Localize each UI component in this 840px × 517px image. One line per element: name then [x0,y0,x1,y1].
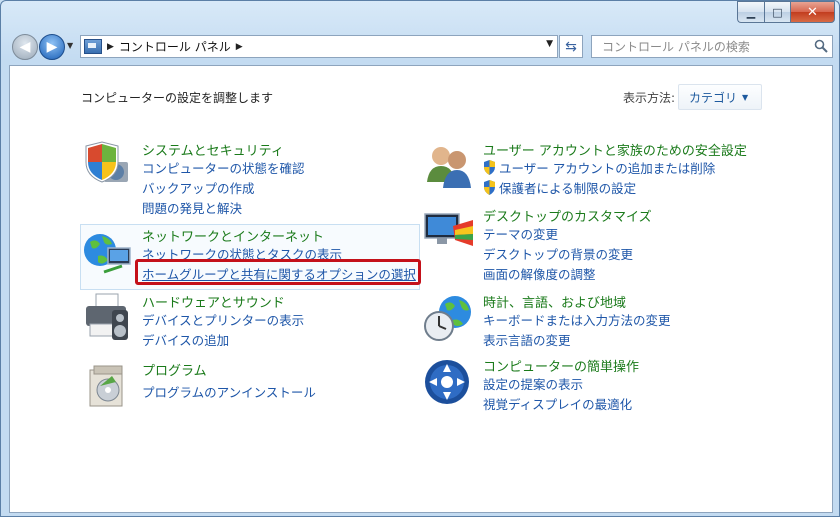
programs-icon [89,365,123,407]
category-title-hardware[interactable]: ハードウェアとサウンド [142,292,285,311]
window-controls: ▁ □ ✕ [737,1,835,23]
search-box[interactable] [591,35,833,58]
highlight-annotation-box [135,259,421,285]
category-title-network[interactable]: ネットワークとインターネット [142,226,324,245]
link-add-remove-accounts[interactable]: ユーザー アカウントの追加または削除 [483,158,715,177]
breadcrumb-separator-icon[interactable]: ▶ [236,42,243,52]
breadcrumb-control-panel[interactable]: コントロール パネル [119,38,231,55]
view-by-label: 表示方法: [623,91,676,105]
link-troubleshoot[interactable]: 問題の発見と解決 [142,198,242,217]
link-add-device[interactable]: デバイスの追加 [142,330,229,349]
back-button[interactable]: ◀ [12,34,38,60]
link-change-theme[interactable]: テーマの変更 [483,224,558,243]
address-bar[interactable]: ▶ コントロール パネル ▶ ▼ [80,35,558,58]
search-input[interactable] [600,36,804,58]
breadcrumb-separator-icon[interactable]: ▶ [107,42,114,52]
printer-icon [86,293,128,340]
ease-of-access-icon [425,360,469,404]
link-adjust-resolution[interactable]: 画面の解像度の調整 [483,264,596,283]
view-by-dropdown[interactable]: カテゴリ ▼ [678,84,762,110]
link-backup[interactable]: バックアップの作成 [142,178,255,197]
navigation-bar: ◀ ▶ ▼ ▶ コントロール パネル ▶ ▼ ⇆ [9,33,833,61]
link-optimize-visual-display[interactable]: 視覚ディスプレイの最適化 [483,394,632,413]
network-icon [84,234,131,274]
link-add-remove-accounts-label: ユーザー アカウントの追加または削除 [499,161,716,176]
users-icon [427,147,471,188]
close-button[interactable]: ✕ [790,1,835,23]
main-content: コンピューターの設定を調整します 表示方法: カテゴリ ▼ システムとセキュリテ… [9,65,833,513]
link-change-display-language[interactable]: 表示言語の変更 [483,330,571,349]
uac-shield-icon [484,180,495,195]
link-recommended-settings[interactable]: 設定の提案の表示 [483,374,583,393]
category-title-ease[interactable]: コンピューターの簡単操作 [483,356,639,375]
minimize-button[interactable]: ▁ [737,1,764,23]
category-title-clock[interactable]: 時計、言語、および地域 [483,292,626,311]
link-devices-printers[interactable]: デバイスとプリンターの表示 [142,310,304,329]
chevron-down-icon: ▼ [742,92,749,102]
maximize-button[interactable]: □ [764,1,790,23]
view-by-value: カテゴリ [689,90,738,105]
address-dropdown-icon[interactable]: ▼ [546,39,553,49]
page-heading: コンピューターの設定を調整します [81,91,274,105]
back-arrow-icon: ◀ [19,39,31,55]
forward-arrow-icon: ▶ [46,39,58,55]
link-parental-controls-label: 保護者による制限の設定 [499,181,637,196]
appearance-icon [424,213,473,246]
link-parental-controls[interactable]: 保護者による制限の設定 [483,178,636,197]
refresh-button[interactable]: ⇆ [559,35,583,58]
search-icon[interactable] [814,39,828,53]
category-title-programs[interactable]: プログラム [142,360,207,379]
link-uninstall-program[interactable]: プログラムのアンインストール [142,382,316,401]
forward-button[interactable]: ▶ [39,34,65,60]
refresh-icon: ⇆ [565,38,577,55]
category-title-appearance[interactable]: デスクトップのカスタマイズ [483,206,652,225]
control-panel-icon [84,39,102,54]
category-title-users[interactable]: ユーザー アカウントと家族のための安全設定 [483,140,747,159]
clock-globe-icon [424,296,471,341]
link-check-status[interactable]: コンピューターの状態を確認 [142,158,305,177]
uac-shield-icon [484,160,495,175]
link-change-background[interactable]: デスクトップの背景の変更 [483,244,633,263]
recent-pages-dropdown[interactable]: ▼ [67,41,73,50]
control-panel-window: ▁ □ ✕ ◀ ▶ ▼ ▶ コントロール パネル ▶ ▼ ⇆ コンピューターの設… [0,0,840,517]
shield-icon [85,141,128,183]
link-change-keyboard[interactable]: キーボードまたは入力方法の変更 [483,310,671,329]
category-title-system[interactable]: システムとセキュリティ [142,140,284,159]
